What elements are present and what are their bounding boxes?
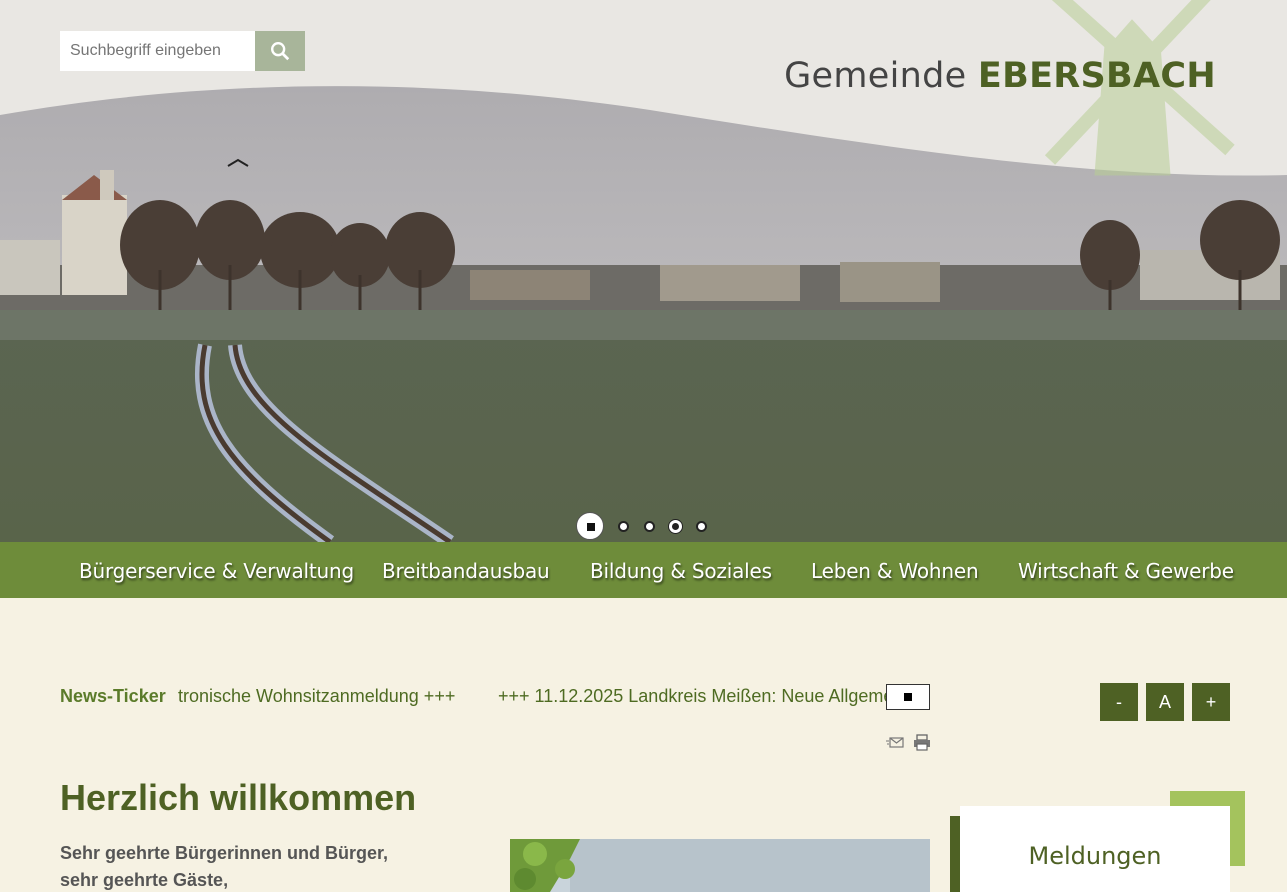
brand-name: EBERSBACH: [977, 56, 1216, 96]
search-input[interactable]: [60, 31, 255, 71]
news-panel-title: Meldungen: [1028, 842, 1162, 870]
font-reset-button[interactable]: A: [1146, 683, 1184, 721]
site-logo[interactable]: Gemeinde EBERSBACH: [784, 56, 1216, 96]
slider-dot-3[interactable]: [644, 521, 655, 532]
nav-item-bildung-soziales[interactable]: Bildung & Soziales: [590, 559, 772, 583]
stop-icon: [904, 693, 912, 701]
page-title: Herzlich willkommen: [60, 777, 417, 818]
nav-item-leben-wohnen[interactable]: Leben & Wohnen: [811, 559, 979, 583]
welcome-image: [510, 839, 930, 892]
greeting-line: sehr geehrte Gäste,: [60, 870, 229, 890]
nav-item-breitbandausbau[interactable]: Breitbandausbau: [382, 559, 550, 583]
brand-prefix: Gemeinde: [784, 56, 967, 96]
slider-dot-2[interactable]: [618, 521, 629, 532]
slider-pagination: [0, 512, 1287, 540]
decorative-bar: [950, 816, 960, 892]
greeting-line: Sehr geehrte Bürgerinnen und Bürger,: [60, 843, 389, 863]
slider-dot-1[interactable]: [576, 512, 604, 540]
search-icon: [271, 42, 290, 61]
news-panel: Meldungen: [960, 806, 1230, 892]
slider-dot-5[interactable]: [696, 521, 707, 532]
search-form: [60, 31, 305, 71]
ticker-message[interactable]: tronische Wohnsitzanmeldung +++: [178, 686, 455, 707]
news-ticker-label: News-Ticker: [60, 686, 166, 706]
font-increase-button[interactable]: +: [1192, 683, 1230, 721]
font-decrease-button[interactable]: -: [1100, 683, 1138, 721]
nav-item-buergerservice[interactable]: Bürgerservice & Verwaltung: [79, 559, 354, 583]
slider-dot-4[interactable]: [669, 520, 682, 533]
mail-icon[interactable]: [886, 734, 904, 750]
ticker-message[interactable]: +++ 11.12.2025 Landkreis Meißen: Neue Al…: [498, 686, 890, 707]
main-navigation: Bürgerservice & Verwaltung Breitbandausb…: [0, 542, 1287, 598]
search-button[interactable]: [255, 31, 305, 71]
hero-slider: Gemeinde EBERSBACH: [0, 0, 1287, 542]
nav-item-wirtschaft-gewerbe[interactable]: Wirtschaft & Gewerbe: [1018, 559, 1234, 583]
print-icon[interactable]: [913, 734, 931, 751]
ticker-pause-button[interactable]: [886, 684, 930, 710]
news-ticker[interactable]: tronische Wohnsitzanmeldung +++ +++ 11.1…: [178, 684, 890, 710]
